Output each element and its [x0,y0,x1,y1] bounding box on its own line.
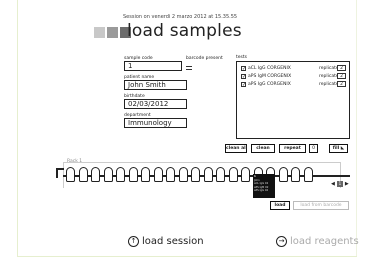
rack-slot[interactable] [141,167,150,182]
rack-slot[interactable] [116,167,125,182]
next-page-icon[interactable]: ▶ [345,181,349,187]
rack-slot[interactable] [166,167,175,182]
rack-pager: ◀ 1 ▶ [331,181,349,187]
rack-slot[interactable] [91,167,100,182]
department-field[interactable]: Immunology [124,118,187,128]
test-checkbox[interactable]: ✓ [241,82,246,88]
load-reagents-label: load reagents [290,236,359,247]
load-session-button[interactable]: ↑ load session [128,236,204,247]
repeat-count-field[interactable]: 0 [309,144,318,153]
load-from-barcode-button[interactable]: load from barcode [293,201,349,210]
frame-right-border [356,0,357,256]
popup-line: aPS IgG 02 [254,189,269,192]
replicates-field[interactable]: 2 [337,73,346,79]
frame-left-border [17,0,18,256]
tests-panel: ✓ aCL IgG CORGENIX replicates 2 ✓ aPS Ig… [236,61,350,139]
test-name: aPS IgM CORGENIX [248,74,292,79]
clean-all-button[interactable]: clean all [225,144,247,153]
barcode-present-label: barcode present [186,56,223,61]
test-checkbox[interactable]: ✓ [241,74,246,80]
load-reagents-button[interactable]: → load reagents [276,236,359,247]
birthdate-field[interactable]: 02/03/2012 [124,99,187,109]
app-window: Session on venerdi 2 marzo 2012 at 15.35… [0,0,374,275]
test-name: aCL IgG CORGENIX [248,66,291,71]
sample-code-field[interactable]: 1 [124,61,182,71]
slot-info-popup: 1 John aCL IgG 02 aPS IgM 02 aPS IgG 02 [253,174,275,198]
rack-slot[interactable] [216,167,225,182]
header-square-mid [107,27,118,38]
frame-bottom-border [17,256,357,257]
load-button[interactable]: load [270,201,290,210]
rack-slot[interactable] [241,167,250,182]
rack-slot[interactable] [178,167,188,182]
fill-label: fill [332,146,340,151]
replicates-field[interactable]: 2 [337,81,346,87]
rack-slot[interactable] [278,167,288,182]
rack-slot[interactable] [291,167,300,182]
rack-slot[interactable] [191,167,200,182]
prev-page-icon[interactable]: ◀ [331,181,335,187]
session-line: Session on venerdi 2 marzo 2012 at 15.35… [123,14,238,20]
rack-slot[interactable] [303,167,313,182]
tests-label: tests [236,55,247,60]
patient-name-field[interactable]: John Smith [124,80,187,90]
rack-slot[interactable] [203,167,213,182]
page-number[interactable]: 1 [336,181,343,187]
barcode-indicator [186,66,192,72]
rack-slot[interactable] [78,167,88,182]
fill-button[interactable]: fill ◣ [329,144,348,153]
test-checkbox[interactable]: ✓ [241,66,246,72]
repeat-button[interactable]: repeat [279,144,306,153]
rack-slot[interactable] [66,167,75,182]
header-logo [94,27,131,38]
replicates-field[interactable]: 2 [337,65,346,71]
rack-slot[interactable] [128,167,138,182]
clean-button[interactable]: clean [251,144,275,153]
rack-slot[interactable] [228,167,238,182]
arrow-right-circle-icon: → [276,236,287,247]
page-title: load samples [127,21,242,41]
test-name: aPS IgG CORGENIX [248,82,291,87]
load-session-label: load session [142,236,204,247]
header-square-light [94,27,105,38]
arrow-up-circle-icon: ↑ [128,236,139,247]
rack-slot[interactable] [153,167,163,182]
rack-slot[interactable] [103,167,113,182]
